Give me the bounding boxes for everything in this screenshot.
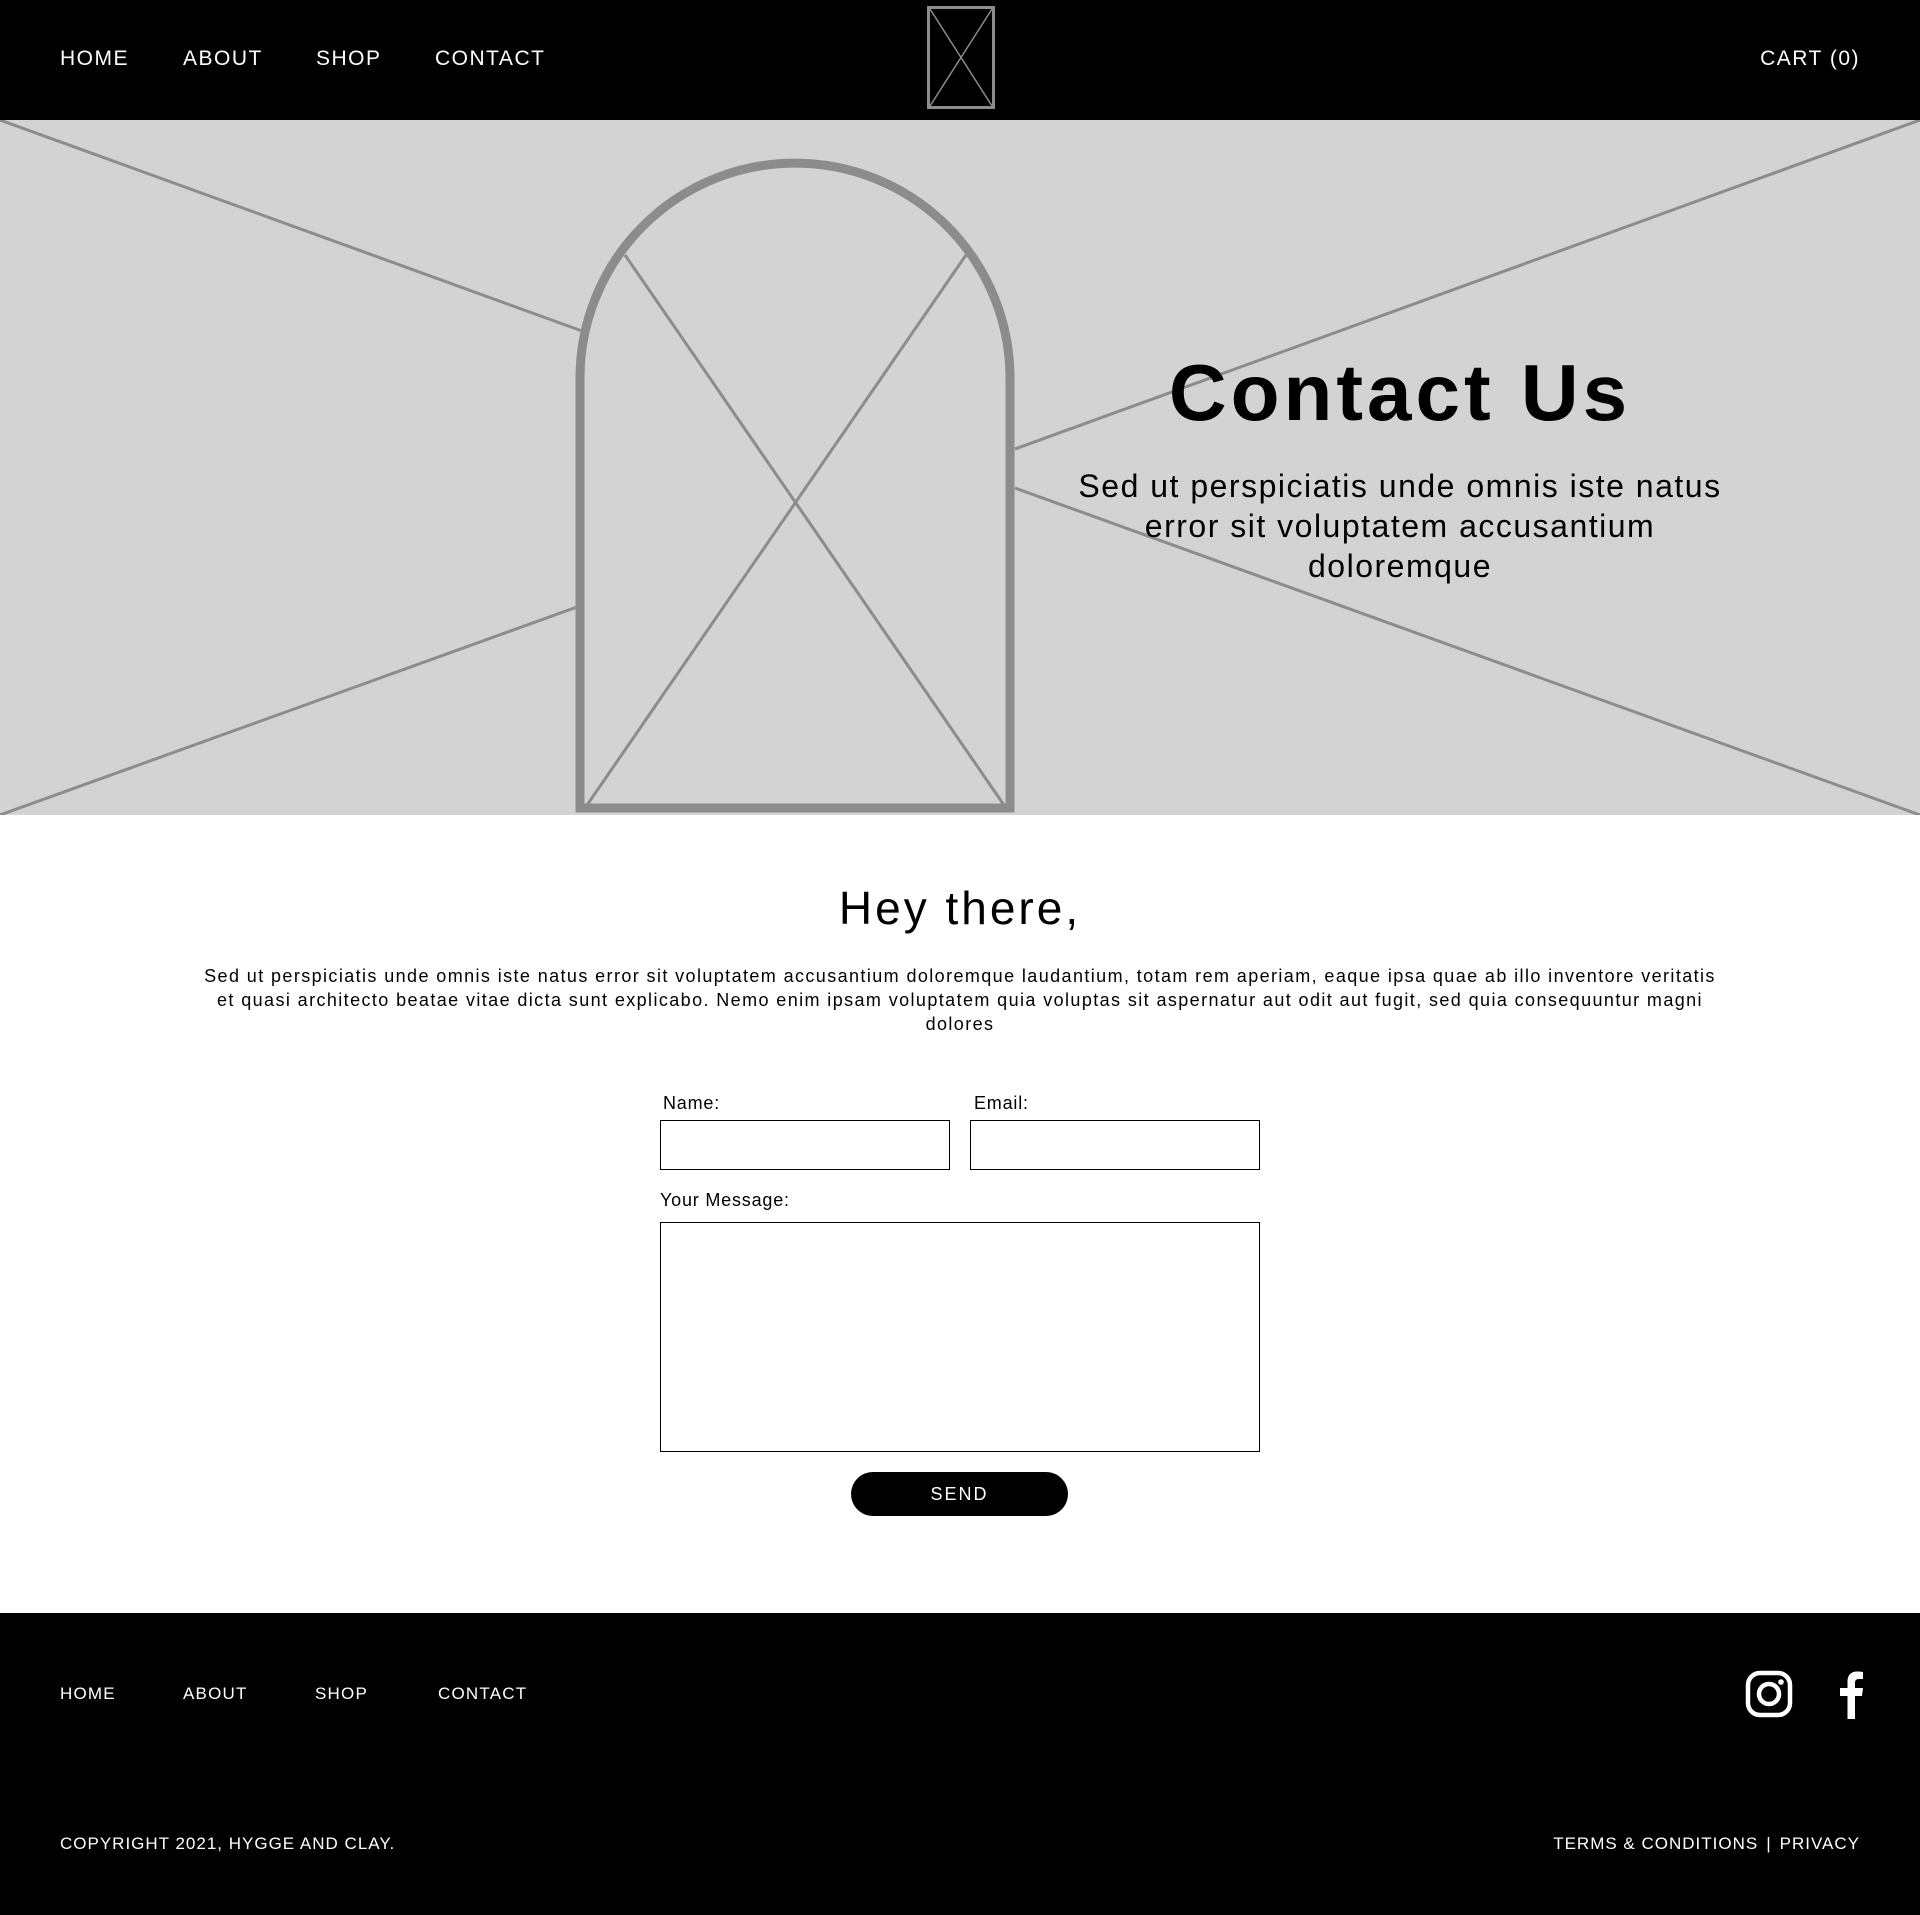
nav-about-link[interactable]: ABOUT [183,47,263,71]
message-textarea[interactable] [660,1222,1260,1452]
instagram-icon[interactable] [1745,1669,1793,1719]
name-label: Name: [663,1093,721,1113]
footer-nav-contact-link[interactable]: CONTACT [438,1684,527,1704]
nav-shop-link[interactable]: SHOP [316,47,382,71]
legal-links: TERMS & CONDITIONS | PRIVACY [1553,1834,1860,1854]
footer-nav-about-link[interactable]: ABOUT [183,1684,248,1704]
send-button[interactable]: SEND [851,1472,1068,1516]
nav-contact-link[interactable]: CONTACT [435,47,545,71]
hero-title: Contact Us [1168,348,1632,437]
name-input[interactable] [660,1120,950,1170]
privacy-link[interactable]: PRIVACY [1780,1834,1860,1853]
legal-separator: | [1766,1834,1772,1853]
message-label: Your Message: [660,1190,790,1210]
intro-heading: Hey there, [838,882,1082,934]
cart-link[interactable]: CART (0) [1760,47,1860,71]
terms-link[interactable]: TERMS & CONDITIONS [1553,1834,1758,1853]
copyright-text: COPYRIGHT 2021, HYGGE AND CLAY. [60,1834,396,1853]
site-footer: HOME ABOUT SHOP CONTACT COPYRIGHT 2021, … [0,1613,1920,1915]
nav-home-link[interactable]: HOME [60,47,129,71]
footer-nav-home-link[interactable]: HOME [60,1684,116,1704]
footer-nav-shop-link[interactable]: SHOP [315,1684,368,1704]
arch-image-placeholder [575,158,1015,813]
email-label: Email: [974,1093,1029,1113]
email-input[interactable] [970,1120,1260,1170]
intro-paragraph: Sed ut perspiciatis unde omnis iste natu… [204,966,1716,1034]
site-header: HOME ABOUT SHOP CONTACT CART (0) [0,0,1920,120]
hero-subtitle: Sed ut perspiciatis unde omnis iste natu… [1078,468,1722,584]
hero-banner: Contact Us Sed ut perspiciatis unde omni… [0,120,1920,815]
facebook-icon[interactable] [1838,1669,1864,1719]
logo-placeholder-image[interactable] [927,6,995,109]
